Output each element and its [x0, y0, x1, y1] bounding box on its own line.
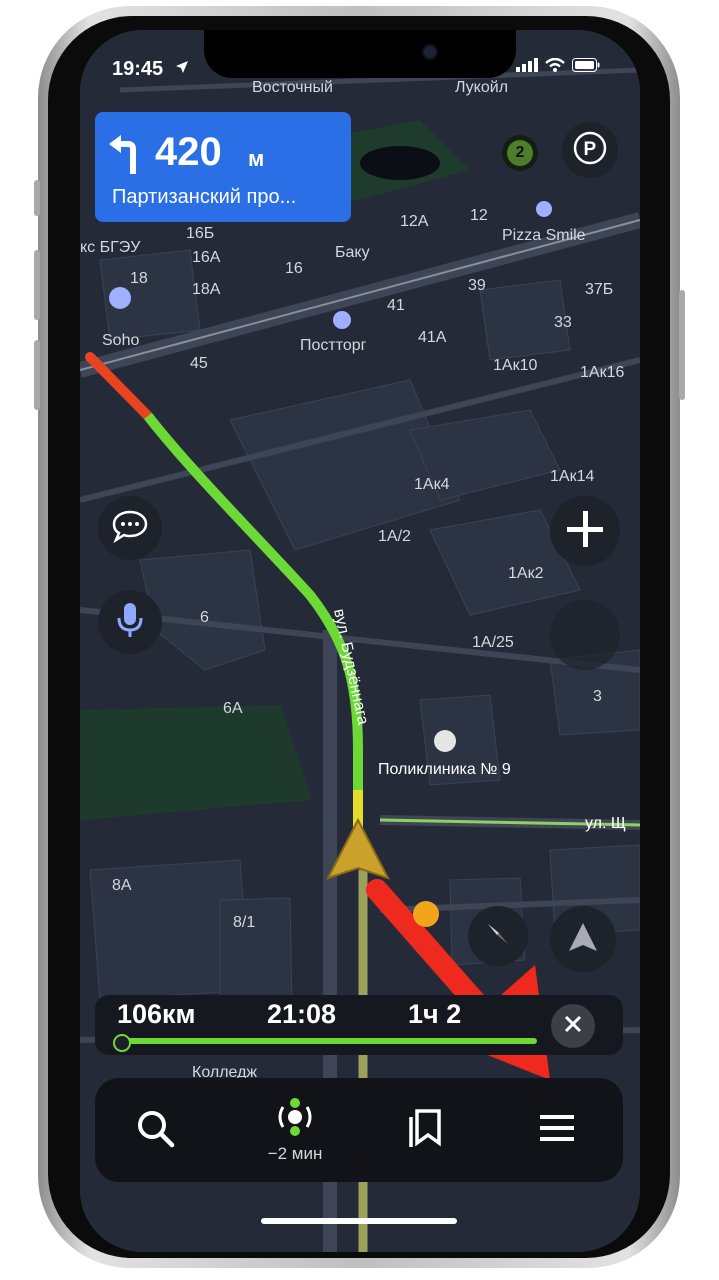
map-label: 16Б: [186, 225, 214, 242]
map-label: 45: [190, 355, 208, 372]
maneuver-street: Партизанский про...: [112, 186, 297, 208]
map-label: 41: [387, 297, 405, 314]
pond: [360, 146, 440, 180]
svg-text:P: P: [584, 139, 597, 160]
park-area: [80, 705, 312, 820]
maneuver-distance: 420: [155, 130, 222, 174]
side-button-left-3: [34, 340, 40, 410]
parking-button[interactable]: P: [562, 122, 618, 178]
map-label: 8/1: [233, 914, 255, 931]
map-label: 1А/2: [378, 528, 411, 545]
compass-icon: [483, 919, 513, 954]
menu-icon: [538, 1112, 576, 1149]
home-indicator[interactable]: [261, 1218, 457, 1224]
poi-cluster-count: 2: [507, 140, 533, 166]
search-button[interactable]: [125, 1078, 185, 1182]
map-label: 37Б: [585, 281, 613, 298]
bottom-toolbar: −2 мин: [95, 1078, 623, 1182]
navigation-button[interactable]: [550, 906, 616, 972]
phone-screen: 16Б 16А 16 18 18А 12А 12 41 41А 39 37Б 3…: [80, 30, 640, 1252]
map-label: 1Ак4: [414, 476, 450, 493]
map-label: 6: [200, 609, 209, 626]
status-icons: [516, 57, 600, 77]
map-label: 1Ак14: [550, 468, 594, 485]
close-icon: [564, 1015, 582, 1038]
navigation-arrow-icon: [568, 921, 598, 958]
street-label: ул. Щ: [585, 815, 626, 832]
chat-icon: [111, 509, 149, 548]
map-label: 12: [470, 207, 488, 224]
trip-duration: 1ч 2: [408, 999, 462, 1029]
medical-icon: [434, 730, 456, 752]
map-label: Pizza Smile: [502, 227, 586, 244]
map-label: 18А: [192, 281, 221, 298]
microphone-icon: [117, 602, 143, 643]
map-label: 6А: [223, 700, 243, 717]
map-label: 12А: [400, 213, 429, 230]
map-label: Лукойл: [455, 79, 508, 96]
side-button-left-2: [34, 250, 40, 320]
poi-icon: [109, 287, 131, 309]
map-label: Баку: [335, 244, 370, 261]
zoom-out-button[interactable]: [550, 600, 620, 670]
parking-icon: P: [573, 131, 607, 170]
map-label: 33: [554, 314, 572, 331]
signal-icon: [516, 58, 538, 77]
zoom-in-button[interactable]: [550, 496, 620, 566]
maneuver-card[interactable]: 420 м Партизанский про...: [95, 112, 351, 222]
map-label: 3: [593, 688, 602, 705]
map-label: 16А: [192, 249, 221, 266]
home-icon: [413, 901, 439, 927]
trip-distance: 106км: [117, 999, 196, 1029]
route-overview-hint: −2 мин: [267, 1143, 323, 1163]
compass-button[interactable]: [468, 906, 528, 966]
map-label: 1А/25: [472, 634, 514, 651]
wifi-icon: [545, 57, 565, 77]
chat-button[interactable]: [98, 496, 162, 560]
side-button-left-1: [34, 180, 40, 216]
map-label: 1Ак10: [493, 357, 537, 374]
poi-cluster-badge[interactable]: 2: [502, 135, 538, 171]
trip-info-bar[interactable]: 106км 21:08 1ч 2: [95, 995, 623, 1055]
route-overview-icon: [275, 1097, 315, 1142]
map-label: 1Ак16: [580, 364, 624, 381]
map-label-poi: Поликлиника № 9: [378, 761, 511, 778]
battery-icon: [572, 58, 600, 77]
status-time: 19:45: [112, 58, 164, 80]
trip-arrival-time: 21:08: [267, 999, 337, 1029]
bookmarks-button[interactable]: [395, 1078, 455, 1182]
voice-assistant-button[interactable]: [98, 590, 162, 654]
map-label: 16: [285, 260, 303, 277]
map-label: Восточный: [252, 79, 333, 96]
route-overview-button[interactable]: −2 мин: [245, 1078, 345, 1182]
map-label: Soho: [102, 332, 139, 349]
map-label: кс БГЭУ: [80, 239, 141, 256]
status-bar: 19:45: [80, 30, 640, 80]
trip-progress-bar: [117, 1038, 537, 1044]
map-label: 8А: [112, 877, 132, 894]
turn-left-icon: [107, 132, 147, 181]
zoom-in-icon: [565, 509, 605, 554]
location-arrow-icon: [175, 60, 189, 79]
menu-button[interactable]: [527, 1078, 587, 1182]
map-label: 18: [130, 270, 148, 287]
bookmarks-icon: [407, 1108, 443, 1153]
search-icon: [135, 1108, 175, 1153]
side-button-right: [679, 290, 685, 400]
poi-icon: [333, 311, 351, 329]
map-label: 39: [468, 277, 486, 294]
map-label: 41А: [418, 329, 447, 346]
map-label: Постторг: [300, 337, 367, 354]
maneuver-distance-unit: м: [248, 146, 265, 171]
map-label: 1Ак2: [508, 565, 544, 582]
trip-progress-start: [113, 1034, 131, 1052]
close-route-button[interactable]: [551, 1004, 595, 1048]
poi-icon: [536, 201, 552, 217]
